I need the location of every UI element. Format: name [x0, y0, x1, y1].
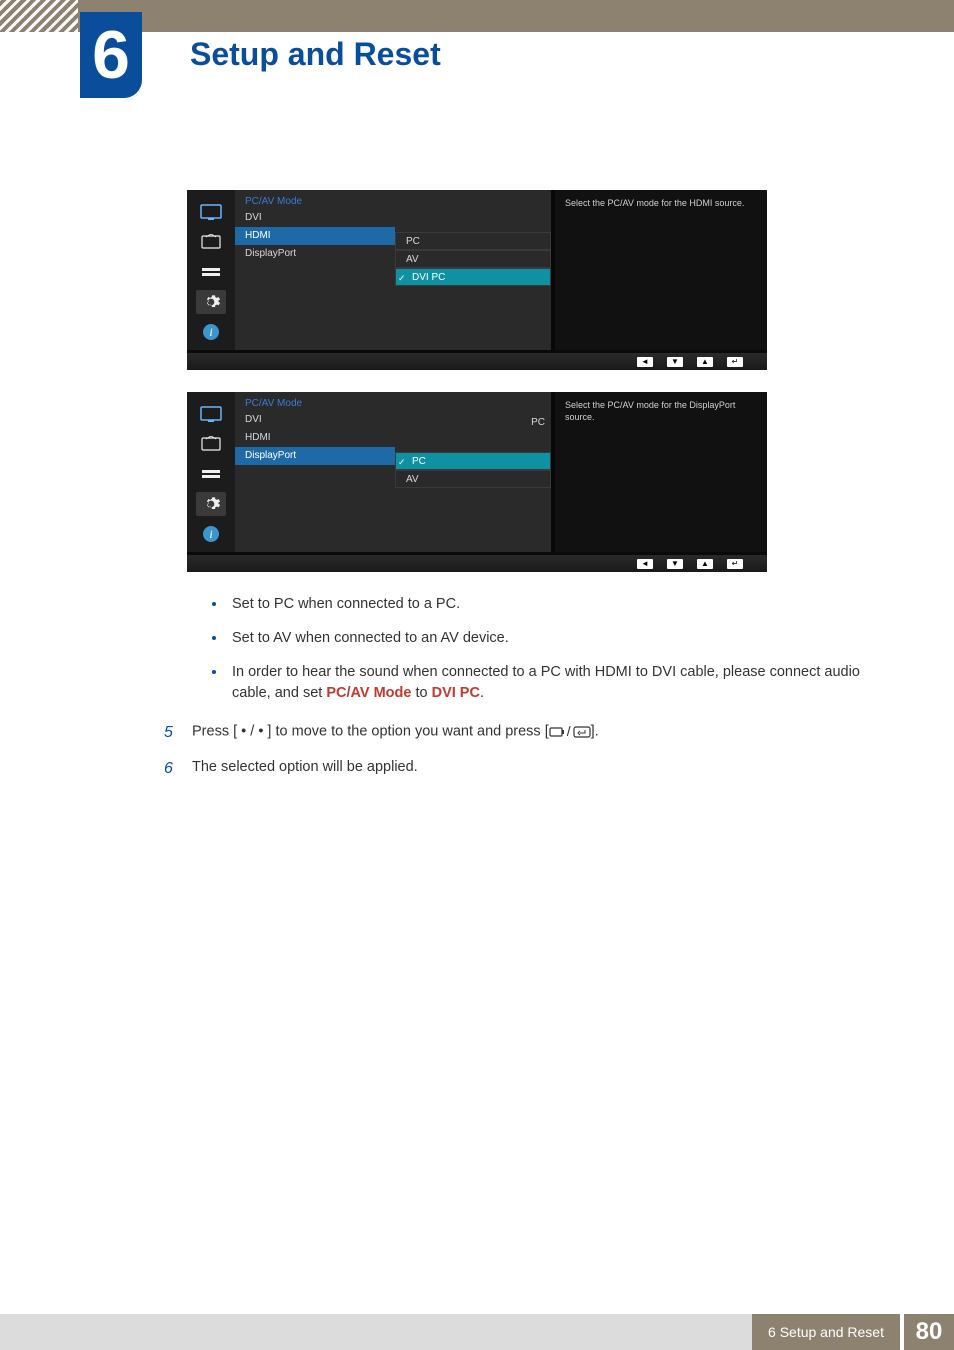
slash: /: [246, 723, 258, 739]
bullet-av: Set to AV when connected to an AV device…: [208, 628, 894, 650]
osd-menu: PC/AV Mode DVI HDMI DisplayPort: [235, 190, 395, 350]
step-text: The selected option will be applied.: [192, 757, 418, 781]
osd-help: Select the PC/AV mode for the DisplayPor…: [551, 392, 767, 552]
text: .: [480, 685, 484, 701]
bullet-pc: Set to PC when connected to a PC.: [208, 594, 894, 616]
osd-menu-title: PC/AV Mode: [235, 190, 395, 209]
onscreen-tab-icon: [196, 462, 226, 486]
setup-tab-icon: [196, 492, 226, 516]
top-bar: [0, 0, 954, 32]
picture-tab-icon: [196, 200, 226, 224]
hatch-decoration: [0, 0, 78, 32]
footer-grey: [0, 1314, 752, 1350]
bullet-list: Set to PC when connected to a PC. Set to…: [208, 594, 894, 705]
step-number: 5: [164, 721, 178, 745]
source-icon: [549, 726, 565, 738]
osd-item-displayport: DisplayPort: [235, 245, 395, 263]
osd-screenshot-hdmi: i PC/AV Mode DVI HDMI DisplayPort PC AV …: [187, 190, 767, 370]
red-text: DVI PC: [432, 685, 480, 701]
bullet-dvipc: In order to hear the sound when connecte…: [208, 662, 894, 706]
osd-subitem-av: AV: [395, 470, 551, 488]
svg-text:i: i: [209, 527, 212, 541]
text: to: [411, 685, 431, 701]
osd-nav: ◄ ▼ ▲ ↵: [187, 552, 767, 572]
osd-item-dvi: DVI: [235, 411, 395, 429]
nav-up-icon: ▲: [697, 357, 713, 367]
osd-menu-title: PC/AV Mode: [235, 392, 395, 411]
chapter-box: 6: [80, 12, 142, 98]
osd-item-label: DVI: [245, 414, 262, 425]
nav-enter-icon: ↵: [727, 559, 743, 569]
osd-menu: PC/AV Mode DVI HDMI DisplayPort: [235, 392, 395, 552]
osd-submenu: PC AV DVI PC: [395, 190, 551, 350]
osd-tabs: i: [187, 190, 235, 350]
text: ].: [591, 723, 599, 739]
step-6: 6 The selected option will be applied.: [164, 757, 894, 781]
red-text: PC/AV Mode: [326, 685, 411, 701]
footer: 6 Setup and Reset 80: [0, 1314, 954, 1350]
osd-subitem-pc: PC: [395, 232, 551, 250]
nav-left-icon: ◄: [637, 357, 653, 367]
nav-enter-icon: ↵: [727, 357, 743, 367]
osd-subitem-pc: PC: [395, 452, 551, 470]
footer-page: 80: [900, 1314, 954, 1350]
onscreen-tab-icon: [196, 260, 226, 284]
nav-down-icon: ▼: [667, 559, 683, 569]
osd-subitem-dvipc: DVI PC: [395, 268, 551, 286]
info-tab-icon: i: [196, 522, 226, 546]
step-number: 6: [164, 757, 178, 781]
osd-item-displayport: DisplayPort: [235, 447, 395, 465]
footer-label: 6 Setup and Reset: [752, 1314, 900, 1350]
button-icons: /: [549, 721, 591, 742]
picture-tab-icon: [196, 402, 226, 426]
osd-tabs: i: [187, 392, 235, 552]
text: ] to move to the option you want and pre…: [263, 723, 548, 739]
osd-help: Select the PC/AV mode for the HDMI sourc…: [551, 190, 767, 350]
content: i PC/AV Mode DVI HDMI DisplayPort PC AV …: [0, 190, 954, 793]
osd-subitem-av: AV: [395, 250, 551, 268]
osd-screenshot-displayport: i PC/AV Mode DVI HDMI DisplayPort PC PC …: [187, 392, 767, 572]
page-title: Setup and Reset: [190, 36, 441, 73]
setup-tab-icon: [196, 290, 226, 314]
enter-icon: [573, 726, 591, 738]
nav-up-icon: ▲: [697, 559, 713, 569]
nav-down-icon: ▼: [667, 357, 683, 367]
picture2-tab-icon: [196, 230, 226, 254]
nav-left-icon: ◄: [637, 559, 653, 569]
step-text: Press [ • / • ] to move to the option yo…: [192, 721, 599, 745]
osd-nav: ◄ ▼ ▲ ↵: [187, 350, 767, 370]
osd-item-hdmi: HDMI: [235, 227, 395, 245]
osd-item-dvi: DVI: [235, 209, 395, 227]
picture2-tab-icon: [196, 432, 226, 456]
step-5: 5 Press [ • / • ] to move to the option …: [164, 721, 894, 745]
svg-text:i: i: [209, 325, 212, 339]
osd-submenu: PC PC AV: [395, 392, 551, 552]
info-tab-icon: i: [196, 320, 226, 344]
osd-current-value: PC: [531, 417, 545, 428]
text: Press [: [192, 723, 241, 739]
chapter-number: 6: [92, 16, 130, 94]
osd-item-hdmi: HDMI: [235, 429, 395, 447]
